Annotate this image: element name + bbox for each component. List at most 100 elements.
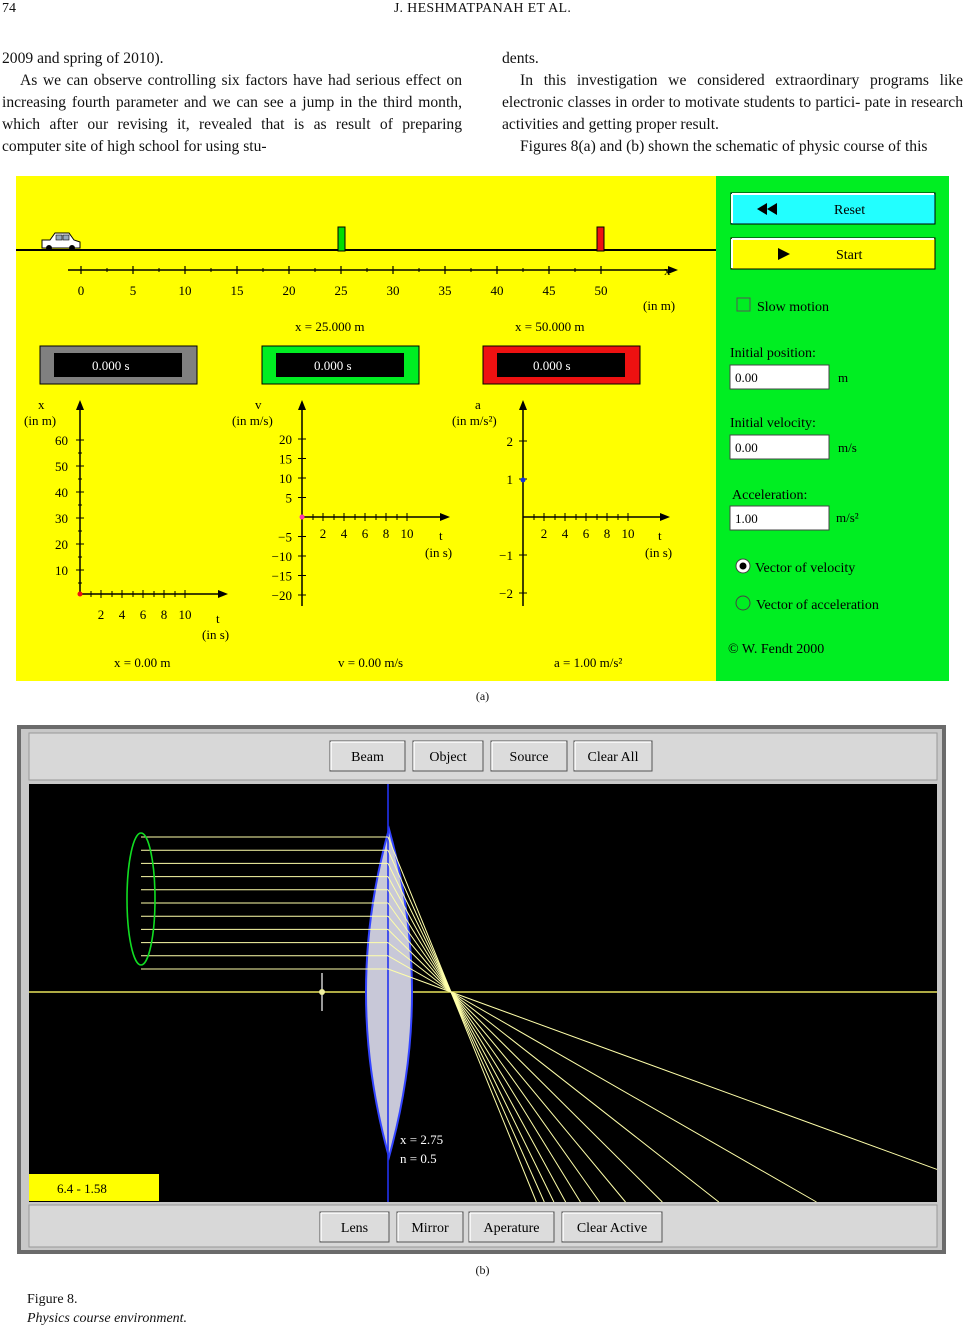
graph-x-ytick: 10 bbox=[55, 563, 68, 578]
button-label: Mirror bbox=[411, 1221, 449, 1236]
graph-a-t-unit: (in s) bbox=[645, 545, 672, 560]
graph-v-point bbox=[299, 514, 305, 520]
button-label: Clear All bbox=[588, 750, 639, 765]
red-marker-position: x = 50.000 m bbox=[515, 319, 584, 334]
graph-v-reading: v = 0.00 m/s bbox=[338, 655, 403, 670]
track-tick-label: 30 bbox=[387, 283, 400, 298]
graph-a-xtick: 6 bbox=[583, 526, 590, 541]
graph-x-reading: x = 0.00 m bbox=[114, 655, 170, 670]
graph-x-xtick: 2 bbox=[98, 607, 105, 622]
track-tick-label: 15 bbox=[231, 283, 244, 298]
graph-x-xtick: 10 bbox=[179, 607, 192, 622]
initial-position-label: Initial position: bbox=[730, 346, 816, 361]
graph-a-ytick: 2 bbox=[507, 434, 514, 449]
graph-x-ytick: 30 bbox=[55, 511, 68, 526]
graph-v-ytick: 15 bbox=[279, 452, 292, 467]
paragraph: In this investigation we considered extr… bbox=[502, 72, 963, 133]
simulation-area bbox=[16, 176, 716, 681]
copyright-text: © W. Fendt 2000 bbox=[728, 642, 824, 657]
paragraph: As we can observe controlling six factor… bbox=[2, 72, 462, 155]
graph-x-xtick: 6 bbox=[140, 607, 147, 622]
graph-v-ytick: 20 bbox=[279, 432, 292, 447]
graph-a-point bbox=[520, 477, 526, 483]
graph-x-t-unit: (in s) bbox=[202, 627, 229, 642]
top-beam-button[interactable]: Beam bbox=[329, 740, 406, 772]
graph-v-t-unit: (in s) bbox=[425, 545, 452, 560]
figure-label: Figure 8. bbox=[27, 1292, 78, 1307]
paragraph: dents. bbox=[502, 50, 539, 67]
acceleration-value: 1.00 bbox=[735, 511, 758, 526]
graph-a-t-label: t bbox=[658, 528, 662, 543]
graph-v-ytick: −10 bbox=[272, 549, 292, 564]
graph-v-unit: (in m/s) bbox=[232, 413, 273, 428]
graph-a-reading: a = 1.00 m/s² bbox=[554, 655, 622, 670]
bottom-aperature-button[interactable]: Aperature bbox=[468, 1211, 555, 1243]
button-label: Source bbox=[510, 750, 549, 765]
initial-velocity-value: 0.00 bbox=[735, 440, 758, 455]
start-button[interactable]: Start bbox=[730, 237, 936, 270]
caption-b: (b) bbox=[475, 1263, 490, 1277]
graph-a-unit: (in m/s²) bbox=[452, 413, 497, 428]
top-object-button[interactable]: Object bbox=[412, 740, 484, 772]
graph-a-ytick: 1 bbox=[507, 472, 514, 487]
clock-gray: 0.000 s bbox=[39, 345, 198, 385]
paragraph: 2009 and spring of 2010). bbox=[2, 50, 164, 67]
graph-x-axis-label: x bbox=[38, 397, 45, 412]
button-label: Aperature bbox=[484, 1221, 540, 1236]
graph-a-xtick: 4 bbox=[562, 526, 569, 541]
graph-x-unit: (in m) bbox=[24, 413, 56, 428]
graph-v-xtick: 6 bbox=[362, 526, 369, 541]
graph-a-ytick: −1 bbox=[499, 548, 513, 563]
track-tick-label: 10 bbox=[179, 283, 192, 298]
track-tick-label: 20 bbox=[283, 283, 296, 298]
button-label: Lens bbox=[341, 1221, 368, 1236]
track-tick-label: 45 bbox=[543, 283, 556, 298]
lens-index: n = 0.5 bbox=[400, 1151, 437, 1166]
button-label: Object bbox=[429, 750, 466, 765]
optics-canvas[interactable] bbox=[29, 784, 937, 1202]
bottom-clear-active-button[interactable]: Clear Active bbox=[561, 1211, 663, 1243]
green-marker-position: x = 25.000 m bbox=[295, 319, 364, 334]
graph-x-ytick: 50 bbox=[55, 459, 68, 474]
slow-motion-checkbox[interactable] bbox=[736, 297, 751, 312]
graph-a-xtick: 10 bbox=[622, 526, 635, 541]
graph-x-ytick: 20 bbox=[55, 537, 68, 552]
graph-v-xtick: 8 bbox=[383, 526, 390, 541]
graph-v-xtick: 10 bbox=[401, 526, 414, 541]
clock-red-readout: 0.000 s bbox=[533, 358, 571, 373]
figure-caption: Figure 8. Physics course environment. bbox=[27, 1290, 187, 1328]
track-tick-label: 0 bbox=[78, 283, 85, 298]
acceleration-vector-label: Vector of acceleration bbox=[756, 598, 879, 613]
top-clear-all-button[interactable]: Clear All bbox=[573, 740, 653, 772]
bottom-lens-button[interactable]: Lens bbox=[319, 1211, 390, 1243]
graph-v-xtick: 4 bbox=[341, 526, 348, 541]
graph-v-xtick: 2 bbox=[320, 526, 327, 541]
start-label: Start bbox=[836, 248, 863, 263]
figure-b-applet: Beam Object Source Clear All x = 2.75 n = 0… bbox=[17, 725, 946, 1254]
bottom-mirror-button[interactable]: Mirror bbox=[396, 1211, 464, 1243]
track-axis-label: x bbox=[664, 263, 671, 278]
graph-x-ytick: 40 bbox=[55, 485, 68, 500]
graph-v-ytick: −20 bbox=[272, 588, 292, 603]
graph-a-xtick: 8 bbox=[604, 526, 611, 541]
clock-red: 0.000 s bbox=[482, 345, 641, 385]
initial-position-unit: m bbox=[838, 370, 848, 385]
graph-x-xtick: 8 bbox=[161, 607, 168, 622]
graph-v-ytick: 5 bbox=[286, 491, 293, 506]
right-column: dents. In this investigation we consider… bbox=[502, 48, 963, 158]
green-marker[interactable] bbox=[337, 226, 346, 252]
acceleration-vector-radio[interactable] bbox=[735, 595, 751, 611]
graph-x-point bbox=[77, 591, 83, 597]
reset-button[interactable]: Reset bbox=[730, 192, 936, 225]
graph-v-ytick: −5 bbox=[278, 530, 292, 545]
clock-green: 0.000 s bbox=[261, 345, 420, 385]
track-tick-label: 40 bbox=[491, 283, 504, 298]
graph-a-ytick: −2 bbox=[499, 586, 513, 601]
graph-x-ytick: 60 bbox=[55, 433, 68, 448]
graph-a-xtick: 2 bbox=[541, 526, 548, 541]
top-source-button[interactable]: Source bbox=[490, 740, 568, 772]
graph-x-xtick: 4 bbox=[119, 607, 126, 622]
button-label: Beam bbox=[351, 750, 384, 765]
velocity-vector-label: Vector of velocity bbox=[755, 561, 855, 576]
red-marker[interactable] bbox=[596, 226, 605, 252]
